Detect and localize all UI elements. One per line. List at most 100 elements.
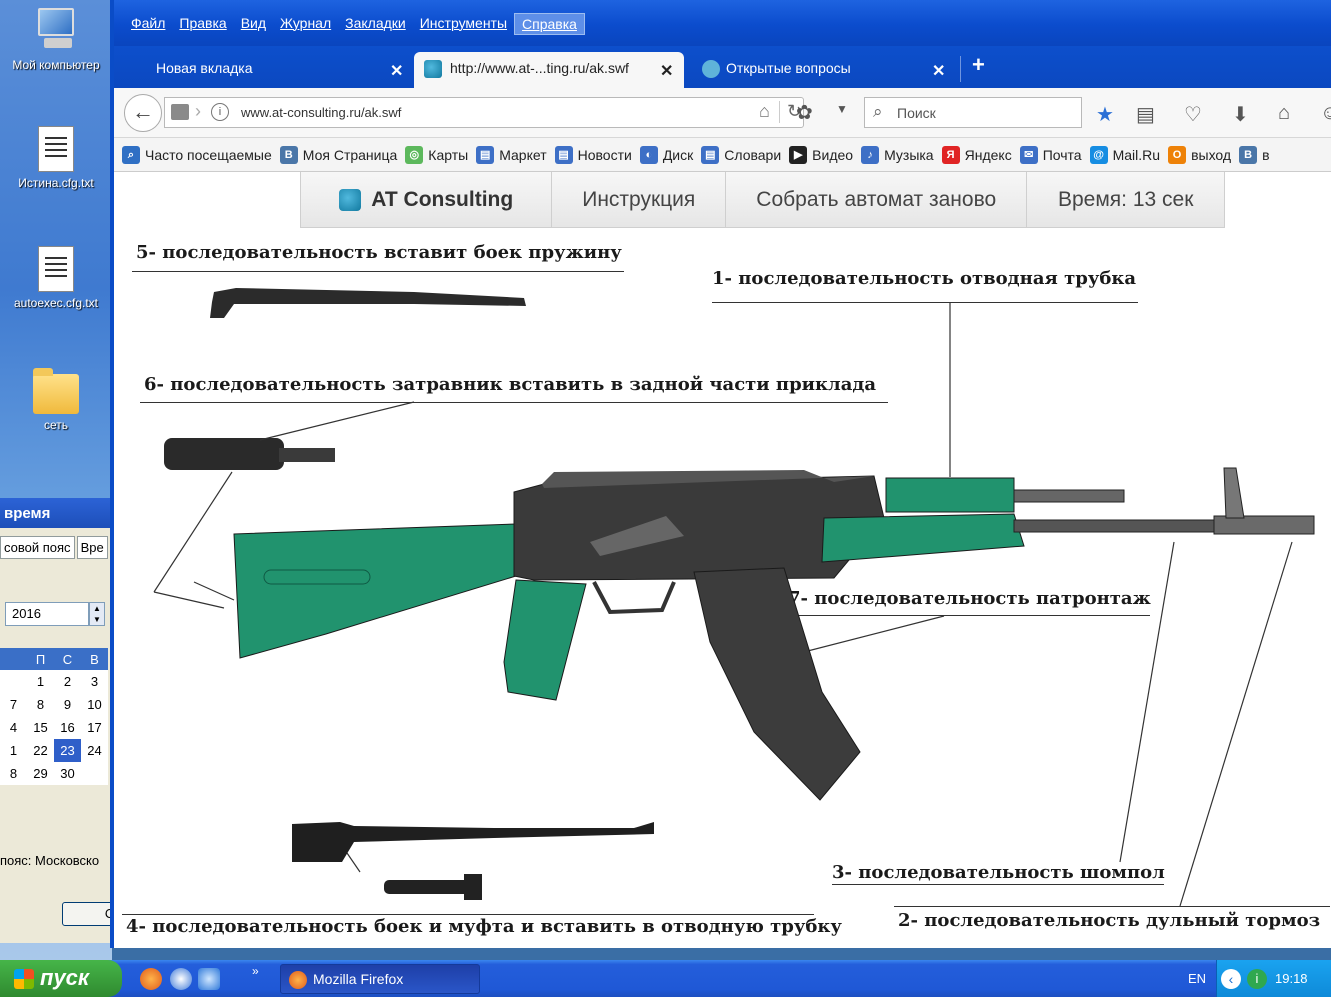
menu-bar: Файл Правка Вид Журнал Закладки Инструменты Сп… [124,13,585,35]
calendar-day[interactable]: 3 [81,670,108,693]
media-player-icon[interactable] [170,968,192,990]
bookmark-item[interactable]: Вв [1239,145,1270,164]
reading-list-icon[interactable]: ▤ [1136,102,1155,127]
language-indicator[interactable]: EN [1188,971,1206,986]
url-bar[interactable]: › i www.at-consulting.ru/ak.swf ⌂ ↻ [164,97,804,128]
menu-item[interactable]: Закладки [338,13,413,35]
calendar-week: 7 8 9 10 [0,693,108,716]
tab-timezone[interactable]: совой пояс [0,536,75,559]
star-icon[interactable]: ★ [1096,102,1114,127]
bookmark-item[interactable]: Овыход [1168,145,1231,164]
bookmark-label: Видео [812,146,854,163]
home-icon[interactable]: ⌂ [1278,102,1290,125]
menu-item[interactable]: Журнал [273,13,338,35]
calendar-day[interactable]: 7 [0,693,27,716]
menu-item[interactable]: Файл [124,13,172,35]
start-button[interactable]: пуск [0,960,122,997]
menu-item[interactable]: Инструменты [413,13,514,35]
url-text: www.at-consulting.ru/ak.swf [241,105,402,120]
menu-item[interactable]: Правка [172,13,233,35]
calendar-day[interactable]: 1 [0,739,27,762]
bookmark-item[interactable]: ⌕ Часто посещаемые [122,145,272,164]
calendar-day[interactable]: 8 [0,762,27,785]
home-icon[interactable]: ⌂ [759,101,770,122]
calendar-day[interactable]: 22 [27,739,54,762]
desktop-icon-label: Истина.cfg.txt [18,176,94,190]
yandex-colors-icon[interactable]: ✿ [796,100,813,125]
taskbar-firefox-button[interactable]: Mozilla Firefox [280,964,480,994]
firefox-quicklaunch-icon[interactable] [140,968,162,990]
calendar-day[interactable]: 9 [54,693,81,716]
mail-icon: ✉ [1019,145,1038,164]
bookmark-item[interactable]: ▤ Словари [701,145,781,164]
menu-item[interactable]: Вид [234,13,273,35]
calendar-day[interactable]: 15 [27,716,54,739]
close-icon[interactable]: ✕ [660,61,673,81]
calendar-day[interactable]: 23 [54,739,81,762]
tab-title: http://www.at-...ting.ru/ak.swf [450,60,629,76]
year-spinner[interactable]: ▲ ▼ [89,602,105,626]
windows-logo-icon [14,969,34,989]
pocket-icon[interactable]: ♡ [1184,102,1202,127]
calendar-day[interactable]: 16 [54,716,81,739]
calendar-day[interactable]: 30 [54,762,81,785]
calendar-day [81,762,108,785]
market-icon: ▤ [476,145,495,164]
tray-expand-icon[interactable]: ‹ [1221,969,1241,989]
security-center-icon[interactable]: i [1247,969,1267,989]
separator-chevron-icon: › [195,101,201,121]
tab-time[interactable]: Вре [76,536,108,559]
bolt-carrier-part[interactable] [292,822,654,900]
weekday: В [90,652,99,667]
tab-new[interactable]: Новая вкладка ✕ [122,52,406,88]
firing-pin-part[interactable] [164,438,335,470]
ok-button[interactable]: О [62,902,112,926]
yandex-icon: Я [941,145,960,164]
calendar-day[interactable]: 1 [27,670,54,693]
new-tab-button[interactable]: + [972,52,985,78]
system-tray: ‹ i [1216,960,1331,997]
info-icon[interactable]: i [211,103,229,121]
calendar-day[interactable]: 2 [54,670,81,693]
close-icon[interactable]: ✕ [932,61,945,81]
year-field[interactable]: 2016 [5,602,89,626]
bookmark-item[interactable]: ◎ Карты [405,145,468,164]
bookmark-item[interactable]: В Моя Страница [279,145,397,164]
desktop-icon-autoexec[interactable]: autoexec.cfg.txt [0,246,112,310]
desktop-icon-network-folder[interactable]: сеть [0,368,112,432]
tab-questions[interactable]: Открытые вопросы ✕ [692,52,954,88]
search-box[interactable]: ⌕ Поиск [864,97,1082,128]
menu-item[interactable]: Справка [514,13,585,35]
download-icon[interactable]: ⬇ [1232,102,1249,127]
bookmark-label: Музыка [884,146,934,163]
vk-icon: В [279,145,298,164]
desktop-icon-my-computer[interactable]: Мой компьютер [0,6,112,72]
bookmark-item[interactable]: @ Mail.Ru [1089,145,1161,164]
calendar-day[interactable]: 29 [27,762,54,785]
firing-pin-spring-part[interactable] [210,288,526,318]
close-icon[interactable]: ✕ [390,61,403,81]
vk-icon: В [1239,145,1258,164]
bookmark-item[interactable]: Я Яндекс [941,145,1012,164]
quicklaunch-more-icon[interactable]: » [252,964,259,978]
calendar-day[interactable]: 4 [0,716,27,739]
calendar-day[interactable]: 24 [81,739,108,762]
back-button[interactable]: ← [124,94,162,132]
bookmark-item[interactable]: ◐ Диск [639,145,694,164]
calendar-day[interactable]: 10 [81,693,108,716]
bookmark-label: Диск [662,146,694,163]
dropdown-icon[interactable]: ▼ [836,102,848,116]
bookmark-item[interactable]: ▤ Маркет [476,145,547,164]
calendar-day[interactable]: 8 [27,693,54,716]
internet-explorer-icon[interactable] [198,968,220,990]
bookmark-item[interactable]: ▤ Новости [554,145,632,164]
tab-active[interactable]: http://www.at-...ting.ru/ak.swf ✕ [414,52,684,88]
chat-icon[interactable]: ☺ [1320,102,1331,125]
calendar-day[interactable]: 17 [81,716,108,739]
bookmark-item[interactable]: ▶ Видео [789,145,854,164]
desktop-icon-istina[interactable]: Истина.cfg.txt [0,126,112,190]
calendar-day [0,670,27,693]
bookmark-item[interactable]: ♪ Музыка [861,145,934,164]
bookmark-label: Mail.Ru [1112,146,1161,163]
bookmark-item[interactable]: ✉ Почта [1019,145,1082,164]
